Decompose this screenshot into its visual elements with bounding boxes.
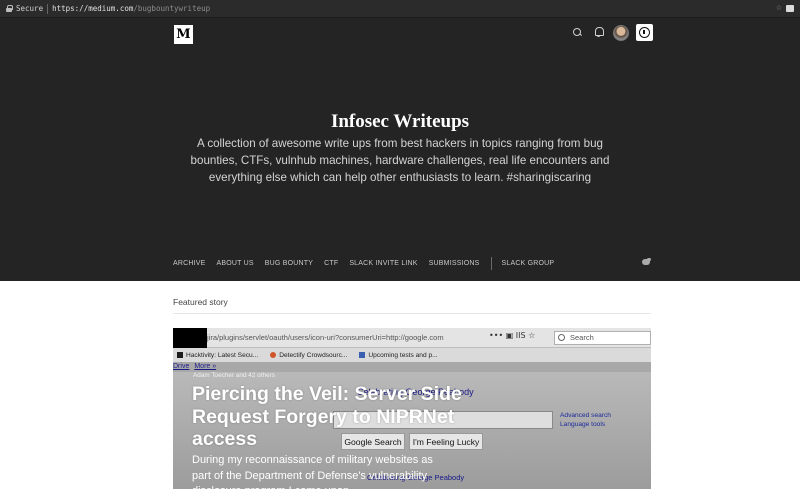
screenshot-search-box: Search xyxy=(554,331,651,345)
search-icon[interactable] xyxy=(573,28,582,37)
secure-label: Secure xyxy=(16,4,44,13)
featured-story-title[interactable]: Piercing the Veil: Server Side Request F… xyxy=(192,383,462,451)
featured-story-card[interactable]: jira/plugins/servlet/oauth/users/icon-ur… xyxy=(173,328,651,489)
browser-address-bar: Secure https://medium.com/bugbountywrite… xyxy=(0,0,800,18)
nav-item-slack-invite-link[interactable]: SLACK INVITE LINK xyxy=(349,260,417,267)
featured-story-subtitle: During my reconnaissance of military web… xyxy=(192,454,433,489)
screenshot-url: jira/plugins/servlet/oauth/users/icon-ur… xyxy=(207,333,444,342)
nav-item-ctf[interactable]: CTF xyxy=(324,260,338,267)
bookmark-item: Detectify Crowdsourc... xyxy=(266,352,347,359)
medium-logo[interactable]: M xyxy=(174,25,193,44)
url-field[interactable]: https://medium.com/bugbountywriteup xyxy=(52,4,210,13)
bookmark-item: Hacktivity: Latest Secu... xyxy=(173,352,258,359)
redacted-block xyxy=(173,328,207,348)
nav-item-about-us[interactable]: ABOUT US xyxy=(217,260,254,267)
screenshot-toolbar-icons: ••• ▣ IIS ☆ xyxy=(489,331,536,340)
extension-icon[interactable] xyxy=(786,5,794,12)
bookmark-star-icon[interactable]: ☆ xyxy=(776,2,782,13)
address-separator xyxy=(47,3,49,14)
notifications-bell-icon[interactable] xyxy=(594,27,604,37)
screenshot-browser-bar: jira/plugins/servlet/oauth/users/icon-ur… xyxy=(173,328,651,348)
publication-title: Infosec Writeups xyxy=(330,111,470,132)
nav-item-archive[interactable]: ARCHIVE xyxy=(173,260,206,267)
screenshot-advanced-links: Advanced search Language tools xyxy=(560,412,611,428)
featured-divider xyxy=(173,313,651,314)
recommend-count: Adam Toecher and 42 others xyxy=(193,372,275,379)
publication-hero: M Infosec Writeups A collection of aweso… xyxy=(0,18,800,281)
screenshot-google-links: Drive More » xyxy=(173,363,217,370)
publication-description: A collection of awesome write ups from b… xyxy=(190,137,610,185)
lock-icon xyxy=(6,5,13,12)
nav-item-slack-group[interactable]: SLACK GROUP xyxy=(502,260,555,267)
featured-story-label: Featured story xyxy=(173,297,228,307)
nav-item-bug-bounty[interactable]: BUG BOUNTY xyxy=(265,260,313,267)
bookmark-item: Upcoming tests and p... xyxy=(355,352,438,359)
url-host: https://medium.com xyxy=(52,4,134,13)
nav-item-submissions[interactable]: SUBMISSIONS xyxy=(429,260,480,267)
avatar[interactable] xyxy=(613,25,629,41)
nav-divider xyxy=(490,256,492,270)
url-path: /bugbountywriteup xyxy=(133,4,211,13)
publication-logo-icon[interactable] xyxy=(636,24,653,41)
publication-nav: ARCHIVE ABOUT US BUG BOUNTY CTF SLACK IN… xyxy=(173,256,565,270)
twitter-icon[interactable] xyxy=(641,258,651,266)
screenshot-bookmarks-bar: Hacktivity: Latest Secu... Detectify Cro… xyxy=(173,348,651,362)
